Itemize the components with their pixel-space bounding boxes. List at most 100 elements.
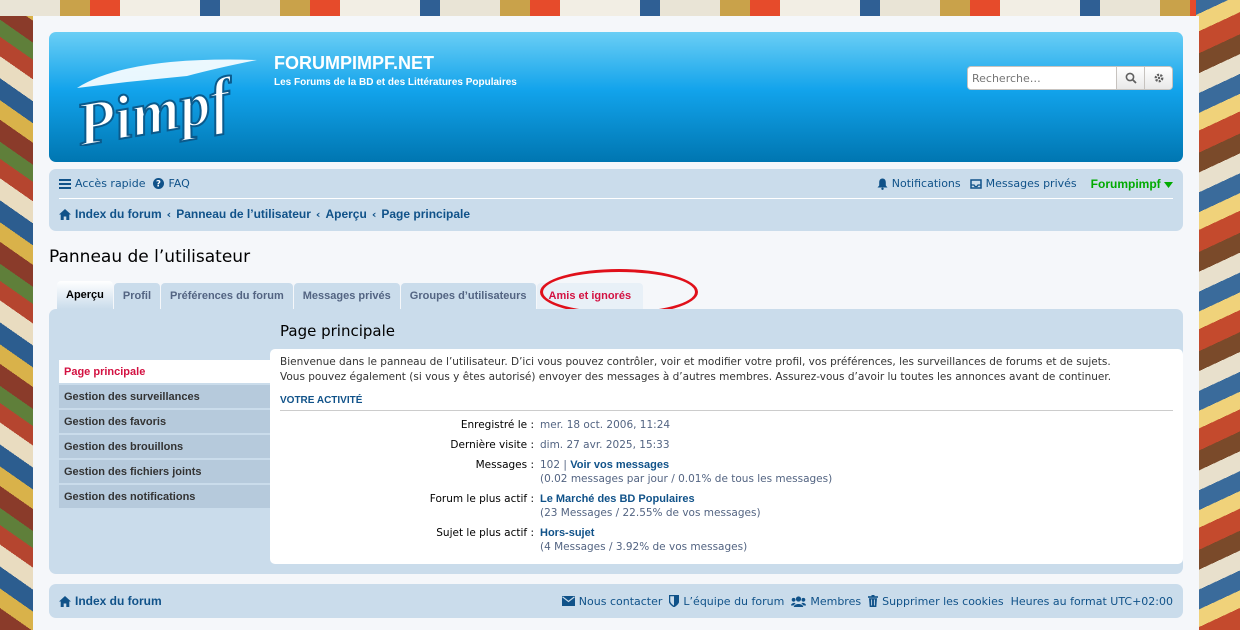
intro-line-2: Vous pouvez également (si vous y êtes au… <box>280 371 1112 383</box>
intro-line-1: Bienvenue dans le panneau de l’utilisate… <box>280 356 1111 368</box>
members-link[interactable]: Membres <box>791 595 861 608</box>
tab-user-groups[interactable]: Groupes d’utilisateurs <box>400 283 536 309</box>
timezone-text: Heures au format UTC+02:00 <box>1010 594 1173 608</box>
page-wrapper: Pimpf FORUMPIMPF.NET Les Forums de la BD… <box>33 16 1199 630</box>
question-icon: ? <box>153 178 165 189</box>
members-label: Membres <box>810 594 862 608</box>
footer-bar: Index du forum Nous contacter L’équipe d… <box>49 584 1183 618</box>
footer-index-label: Index du forum <box>75 594 162 608</box>
stat-label: Sujet le plus actif : <box>436 527 534 539</box>
breadcrumb-separator: ‹ <box>166 207 172 221</box>
side-item-notifications[interactable]: Gestion des notifications <box>59 485 270 508</box>
active-forum-detail: (23 Messages / 22.55% de vos messages) <box>540 507 761 519</box>
private-messages-label: Messages privés <box>985 177 1077 190</box>
stat-value: Hors-sujet (4 Messages / 3.92% de vos me… <box>540 526 747 554</box>
notifications-label: Notifications <box>891 177 961 190</box>
private-messages-link[interactable]: Messages privés <box>969 177 1077 190</box>
home-icon <box>59 595 71 607</box>
background-comics-right <box>1196 0 1240 630</box>
caret-down-icon <box>1164 181 1173 188</box>
stat-value: Le Marché des BD Populaires (23 Messages… <box>540 492 761 520</box>
search-box <box>967 66 1173 90</box>
site-description: Les Forums de la BD et des Littératures … <box>274 77 517 88</box>
tab-overview[interactable]: Aperçu <box>57 281 113 309</box>
team-link[interactable]: L’équipe du forum <box>669 595 784 608</box>
breadcrumb-separator: ‹ <box>315 207 321 221</box>
stat-value: 102 | Voir vos messages (0.02 messages p… <box>540 458 832 486</box>
quick-access-label: Accès rapide <box>75 177 146 190</box>
envelope-icon <box>561 596 575 606</box>
search-input[interactable] <box>968 67 1116 89</box>
inbox-icon <box>969 178 982 189</box>
search-button[interactable] <box>1116 67 1144 89</box>
page-title: Panneau de l’utilisateur <box>49 247 251 267</box>
users-icon <box>791 595 807 607</box>
stat-row-last-visit: Dernière visite : dim. 27 avr. 2025, 15:… <box>280 438 1173 452</box>
breadcrumb-index[interactable]: Index du forum <box>75 207 162 221</box>
view-messages-link[interactable]: Voir vos messages <box>570 459 669 471</box>
shield-icon <box>669 595 680 607</box>
side-menu: Page principale Gestion des surveillance… <box>59 360 270 510</box>
navbar: Accès rapide ? FAQ Notifications Message… <box>49 169 1183 231</box>
faq-label: FAQ <box>168 177 190 190</box>
contact-label: Nous contacter <box>578 594 663 608</box>
trash-icon <box>868 595 879 607</box>
delete-cookies-label: Supprimer les cookies <box>882 594 1004 608</box>
side-item-attachments[interactable]: Gestion des fichiers joints <box>59 460 270 483</box>
stat-value: dim. 27 avr. 2025, 15:33 <box>540 439 670 451</box>
svg-text:?: ? <box>157 180 162 189</box>
contact-link[interactable]: Nous contacter <box>561 594 663 608</box>
gear-icon <box>1154 73 1163 83</box>
active-topic-detail: (4 Messages / 3.92% de vos messages) <box>540 541 748 553</box>
content-box: Bienvenue dans le panneau de l’utilisate… <box>270 349 1183 564</box>
breadcrumb-separator: ‹ <box>371 207 377 221</box>
stat-label: Messages : <box>475 459 534 471</box>
ucp-panel: Page principale Page principale Gestion … <box>49 309 1183 574</box>
menu-icon <box>59 178 71 189</box>
stat-label: Forum le plus actif : <box>429 493 534 505</box>
breadcrumb-ucp[interactable]: Panneau de l’utilisateur <box>176 207 311 221</box>
quick-access-link[interactable]: Accès rapide <box>59 177 145 190</box>
activity-stats: Enregistré le : mer. 18 oct. 2006, 11:24… <box>280 418 1173 554</box>
breadcrumb-overview[interactable]: Aperçu <box>325 207 366 221</box>
username: Forumpimpf <box>1090 176 1161 191</box>
tab-forum-preferences[interactable]: Préférences du forum <box>161 283 293 309</box>
side-item-subscriptions[interactable]: Gestion des surveillances <box>59 385 270 408</box>
intro-text: Bienvenue dans le panneau de l’utilisate… <box>280 355 1173 385</box>
messages-count: 102 | <box>540 459 567 471</box>
messages-detail: (0.02 messages par jour / 0.01% de tous … <box>540 473 833 485</box>
stat-row-messages: Messages : 102 | Voir vos messages (0.02… <box>280 458 1173 486</box>
home-icon <box>59 208 71 220</box>
section-title: Page principale <box>280 322 395 340</box>
activity-heading: VOTRE ACTIVITÉ <box>280 395 1173 411</box>
header-bar: Pimpf FORUMPIMPF.NET Les Forums de la BD… <box>49 32 1183 162</box>
tab-bar: Aperçu Profil Préférences du forum Messa… <box>57 269 1183 315</box>
stat-row-active-topic: Sujet le plus actif : Hors-sujet (4 Mess… <box>280 526 1173 554</box>
advanced-search-button[interactable] <box>1144 67 1172 89</box>
breadcrumb-main-page[interactable]: Page principale <box>381 207 470 221</box>
footer-links: Nous contacter L’équipe du forum Membres… <box>555 595 1173 608</box>
stat-label: Dernière visite : <box>450 439 534 451</box>
background-comics-top <box>0 0 1240 16</box>
side-item-bookmarks[interactable]: Gestion des favoris <box>59 410 270 433</box>
active-topic-link[interactable]: Hors-sujet <box>540 527 594 539</box>
search-icon <box>1125 72 1137 84</box>
active-forum-link[interactable]: Le Marché des BD Populaires <box>540 493 695 505</box>
team-label: L’équipe du forum <box>683 594 785 608</box>
footer-index-link[interactable]: Index du forum <box>59 594 162 608</box>
tab-private-messages[interactable]: Messages privés <box>293 283 400 309</box>
notifications-link[interactable]: Notifications <box>877 177 961 190</box>
tab-profile[interactable]: Profil <box>113 283 161 309</box>
breadcrumb: Index du forum ‹ Panneau de l’utilisateu… <box>59 199 1173 229</box>
site-title[interactable]: FORUMPIMPF.NET <box>274 53 434 74</box>
faq-link[interactable]: ? FAQ <box>153 177 190 190</box>
user-menu[interactable]: Forumpimpf <box>1091 177 1173 191</box>
stat-label: Enregistré le : <box>460 419 534 431</box>
side-item-drafts[interactable]: Gestion des brouillons <box>59 435 270 458</box>
delete-cookies-link[interactable]: Supprimer les cookies <box>868 594 1004 608</box>
site-logo[interactable]: Pimpf <box>67 46 263 146</box>
stat-row-registered: Enregistré le : mer. 18 oct. 2006, 11:24 <box>280 418 1173 432</box>
logo-text: Pimpf <box>70 65 241 146</box>
stat-value: mer. 18 oct. 2006, 11:24 <box>540 419 671 431</box>
side-item-main-page[interactable]: Page principale <box>59 360 270 383</box>
